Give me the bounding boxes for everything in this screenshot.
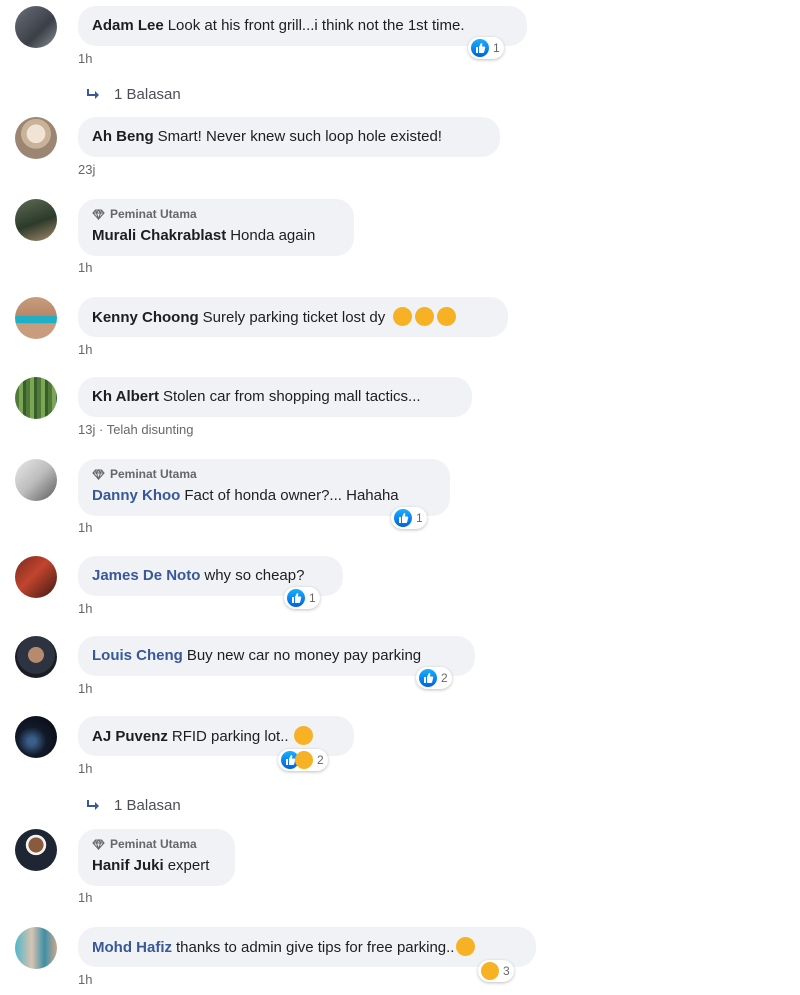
- comment-bubble: Peminat Utama Danny Khoo Fact of honda ow…: [78, 459, 450, 516]
- haha-icon: [481, 962, 499, 980]
- top-fan-badge: Peminat Utama: [92, 206, 340, 222]
- smirk-emoji: [393, 306, 413, 326]
- comment-bubble: Adam Lee Look at his front grill...i thin…: [78, 6, 527, 46]
- reaction-count: 1: [493, 41, 500, 55]
- avatar[interactable]: [15, 636, 57, 678]
- edited-label: · Telah disunting: [98, 422, 194, 437]
- comment-bubble: Ah Beng Smart! Never knew such loop hole …: [78, 117, 500, 157]
- reaction-count: 2: [317, 753, 324, 767]
- top-fan-badge: Peminat Utama: [92, 836, 221, 852]
- comment-author[interactable]: Ah Beng: [92, 128, 154, 145]
- comment-text: Fact of honda owner?... Hahaha: [184, 487, 399, 504]
- comment-author[interactable]: Danny Khoo: [92, 487, 180, 504]
- sad-emoji: [415, 306, 435, 326]
- like-icon: [471, 39, 489, 57]
- comment-text: RFID parking lot..: [171, 727, 289, 745]
- comment-text: Smart! Never knew such loop hole existed…: [157, 128, 442, 145]
- comment-text: Surely parking ticket lost dy: [202, 308, 386, 326]
- reply-arrow-icon: [87, 88, 99, 99]
- comment-time[interactable]: 1h: [78, 520, 92, 535]
- comment-text: why so cheap?: [204, 567, 305, 584]
- reply-count-label: 1 Balasan: [114, 797, 181, 814]
- comment-time[interactable]: 1h: [78, 761, 92, 776]
- reaction-summary[interactable]: 1: [284, 587, 320, 609]
- comment-time[interactable]: 1h: [78, 972, 92, 987]
- comment-text: Honda again: [230, 227, 316, 244]
- avatar[interactable]: [15, 6, 57, 48]
- comment-author[interactable]: Louis Cheng: [92, 647, 183, 664]
- avatar[interactable]: [15, 297, 57, 339]
- reaction-summary[interactable]: 2: [416, 667, 452, 689]
- comment-meta: 13j · Telah disunting: [78, 422, 193, 437]
- reaction-count: 1: [309, 591, 316, 605]
- reaction-summary[interactable]: 1: [391, 507, 427, 529]
- comment-author[interactable]: Adam Lee: [92, 17, 164, 34]
- comment-time[interactable]: 13j: [78, 422, 95, 437]
- comment-time[interactable]: 1h: [78, 681, 92, 696]
- comment-bubble: Kh Albert Stolen car from shopping mall t…: [78, 377, 472, 417]
- diamond-icon: [92, 838, 105, 850]
- comment-author[interactable]: James De Noto: [92, 567, 200, 584]
- comment-bubble: Mohd Hafiz thanks to admin give tips for …: [78, 927, 536, 967]
- comment-bubble: Kenny Choong Surely parking ticket lost d…: [78, 297, 508, 337]
- avatar[interactable]: [15, 829, 57, 871]
- avatar[interactable]: [15, 927, 57, 969]
- view-replies-link[interactable]: 1 Balasan: [86, 797, 181, 814]
- avatar[interactable]: [15, 377, 57, 419]
- reply-count-label: 1 Balasan: [114, 86, 181, 103]
- comment-author[interactable]: AJ Puvenz: [92, 728, 168, 745]
- reply-arrow-icon: [87, 799, 99, 810]
- reaction-summary[interactable]: 3: [478, 960, 514, 982]
- avatar[interactable]: [15, 459, 57, 501]
- diamond-icon: [92, 208, 105, 220]
- avatar[interactable]: [15, 556, 57, 598]
- reaction-summary[interactable]: 2: [278, 749, 328, 771]
- grin-sweat-emoji: [456, 936, 476, 956]
- comment-bubble: Peminat Utama Hanif Juki expert: [78, 829, 235, 886]
- like-icon: [287, 589, 305, 607]
- comment-text: Buy new car no money pay parking: [186, 647, 422, 664]
- reaction-summary[interactable]: 1: [468, 37, 504, 59]
- comment-text: Stolen car from shopping mall tactics...: [162, 388, 421, 405]
- comment-time[interactable]: 23j: [78, 162, 95, 177]
- comment-text: thanks to admin give tips for free parki…: [176, 938, 455, 956]
- view-replies-link[interactable]: 1 Balasan: [86, 86, 181, 103]
- comment-author[interactable]: Hanif Juki: [92, 857, 164, 874]
- comment-author[interactable]: Murali Chakrablast: [92, 227, 226, 244]
- comment-time[interactable]: 1h: [78, 601, 92, 616]
- comment-text: expert: [167, 857, 210, 874]
- tears-of-joy-emoji: [293, 725, 313, 745]
- comment-author[interactable]: Kh Albert: [92, 388, 159, 405]
- comment-time[interactable]: 1h: [78, 342, 92, 357]
- comment-bubble: Peminat Utama Murali Chakrablast Honda ag…: [78, 199, 354, 256]
- top-fan-badge: Peminat Utama: [92, 466, 436, 482]
- like-icon: [394, 509, 412, 527]
- reaction-count: 1: [416, 511, 423, 525]
- steam-emoji: [437, 306, 457, 326]
- comment-author[interactable]: Mohd Hafiz: [92, 939, 172, 956]
- comment-author[interactable]: Kenny Choong: [92, 309, 199, 326]
- like-icon: [419, 669, 437, 687]
- reaction-count: 2: [441, 671, 448, 685]
- avatar[interactable]: [15, 199, 57, 241]
- avatar[interactable]: [15, 716, 57, 758]
- comment-time[interactable]: 1h: [78, 890, 92, 905]
- haha-icon: [295, 751, 313, 769]
- comment-time[interactable]: 1h: [78, 51, 92, 66]
- reaction-count: 3: [503, 964, 510, 978]
- comment-bubble: Louis Cheng Buy new car no money pay park…: [78, 636, 475, 676]
- comment-text: Look at his front grill...i think not th…: [167, 17, 465, 34]
- comment-time[interactable]: 1h: [78, 260, 92, 275]
- avatar[interactable]: [15, 117, 57, 159]
- diamond-icon: [92, 468, 105, 480]
